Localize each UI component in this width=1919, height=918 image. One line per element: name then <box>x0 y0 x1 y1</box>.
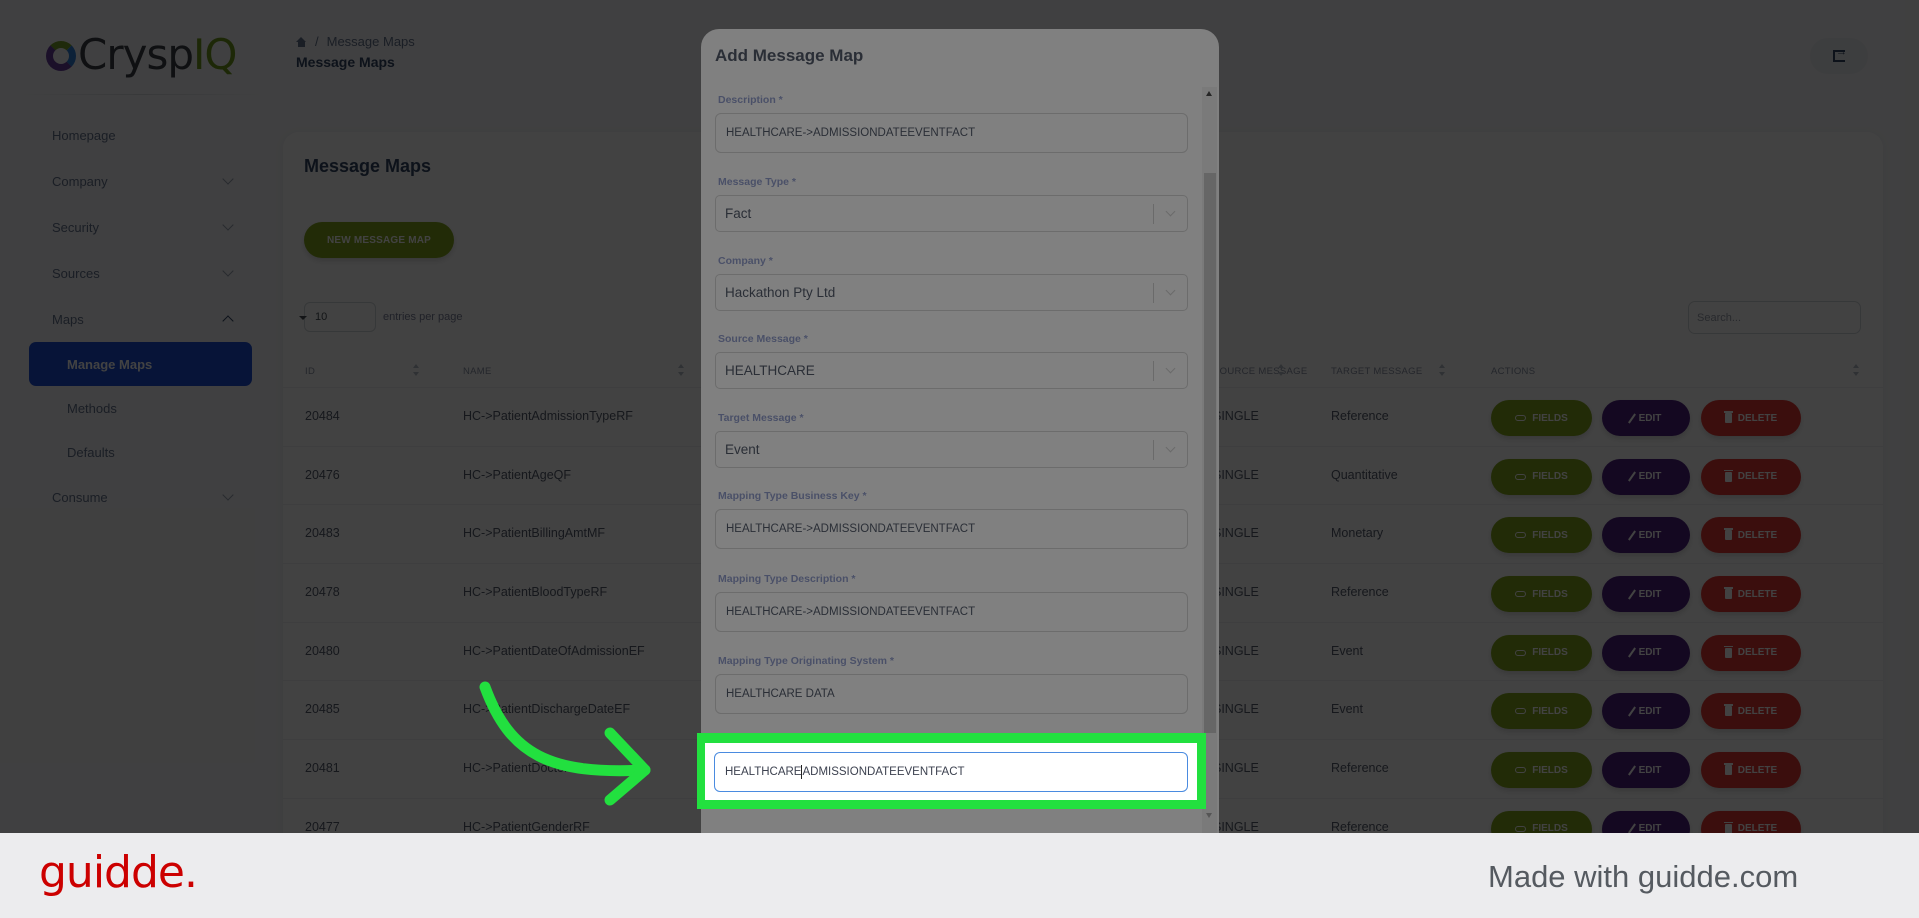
curved-arrow-icon <box>479 681 651 806</box>
select-value: HEALTHCARE <box>725 363 815 378</box>
select-value: Hackathon Pty Ltd <box>725 285 836 300</box>
mapping-type-business-key-input[interactable]: HEALTHCARE->ADMISSIONDATEEVENTFACT <box>715 509 1188 549</box>
modal-title: Add Message Map <box>715 46 864 65</box>
mapping-type-originating-system-field: Mapping Type Originating System * HEALTH… <box>715 655 1188 714</box>
mapping-type-description-input[interactable]: HEALTHCARE->ADMISSIONDATEEVENTFACT <box>715 592 1188 632</box>
add-message-map-modal: Add Message Map Description * HEALTHCARE… <box>701 29 1219 833</box>
input-text-before-caret: HEALTHCARE <box>725 766 802 778</box>
scroll-up-icon[interactable] <box>1206 91 1212 96</box>
input-text-after-caret: ADMISSIONDATEEVENTFACT <box>802 766 965 778</box>
source-message-field: Source Message * HEALTHCARE <box>715 333 1188 389</box>
description-input[interactable]: HEALTHCARE->ADMISSIONDATEEVENTFACT <box>715 113 1188 153</box>
field-label: Company * <box>718 255 773 267</box>
field-label: Message Type * <box>718 176 797 188</box>
message-type-field: Message Type * Fact <box>715 176 1188 232</box>
mapping-type-business-key-field: Mapping Type Business Key * HEALTHCARE->… <box>715 490 1188 549</box>
divider <box>1153 440 1154 460</box>
select-value: Fact <box>725 206 752 221</box>
field-label: Description * <box>718 94 783 106</box>
company-field: Company * Hackathon Pty Ltd <box>715 255 1188 311</box>
field-label: Target Message * <box>718 412 804 424</box>
modal-scrollbar[interactable] <box>1202 87 1217 833</box>
highlight-inner: HEALTHCARE ADMISSIONDATEEVENTFACT <box>705 743 1197 800</box>
target-message-select[interactable]: Event <box>715 431 1188 468</box>
arrow-shaft <box>479 681 651 777</box>
divider <box>1153 204 1154 224</box>
source-message-select[interactable]: HEALTHCARE <box>715 352 1188 389</box>
company-select[interactable]: Hackathon Pty Ltd <box>715 274 1188 311</box>
highlight-frame: HEALTHCARE ADMISSIONDATEEVENTFACT <box>697 733 1206 809</box>
select-value: Event <box>725 442 760 457</box>
scroll-down-icon[interactable] <box>1206 813 1212 818</box>
mapping-type-description-field: Mapping Type Description * HEALTHCARE->A… <box>715 573 1188 632</box>
target-message-field: Target Message * Event <box>715 412 1188 468</box>
message-type-select[interactable]: Fact <box>715 195 1188 232</box>
chevron-down-icon <box>1165 442 1176 453</box>
mapping-type-originating-system-input[interactable]: HEALTHCARE DATA <box>715 674 1188 714</box>
divider <box>1153 361 1154 381</box>
description-field: Description * HEALTHCARE->ADMISSIONDATEE… <box>715 94 1188 153</box>
field-label: Mapping Type Business Key * <box>718 490 867 502</box>
field-label: Mapping Type Originating System * <box>718 655 894 667</box>
made-with-text: Made with guidde.com <box>1488 859 1799 894</box>
field-label: Mapping Type Description * <box>718 573 856 585</box>
chevron-down-icon <box>1165 363 1176 374</box>
scrollbar-thumb[interactable] <box>1204 173 1216 733</box>
chevron-down-icon <box>1165 206 1176 217</box>
guidde-footer: guidde. Made with guidde.com <box>0 833 1919 918</box>
modal-body: Description * HEALTHCARE->ADMISSIONDATEE… <box>701 87 1201 833</box>
mapping-type-name-input[interactable]: HEALTHCARE ADMISSIONDATEEVENTFACT <box>714 752 1188 792</box>
chevron-down-icon <box>1165 285 1176 296</box>
guidde-logo: guidde. <box>39 847 198 898</box>
divider <box>1153 283 1154 303</box>
field-label: Source Message * <box>718 333 808 345</box>
